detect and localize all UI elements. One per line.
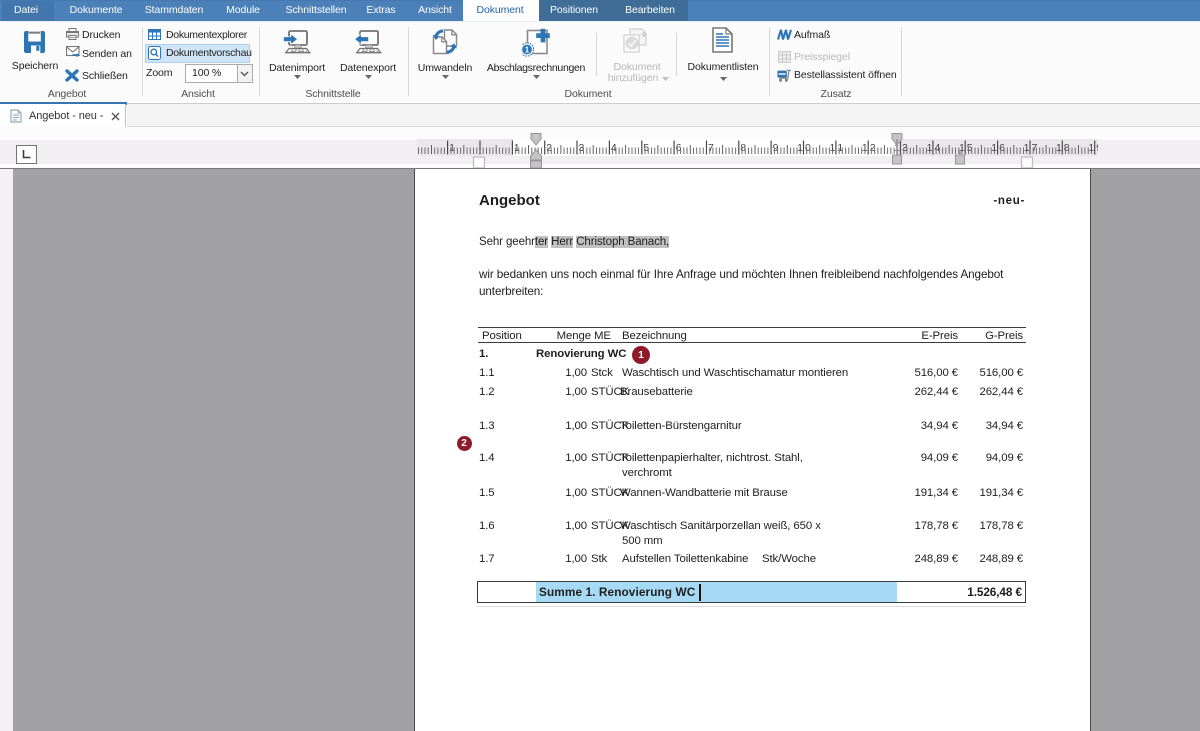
svg-text:1: 1 — [525, 45, 530, 54]
